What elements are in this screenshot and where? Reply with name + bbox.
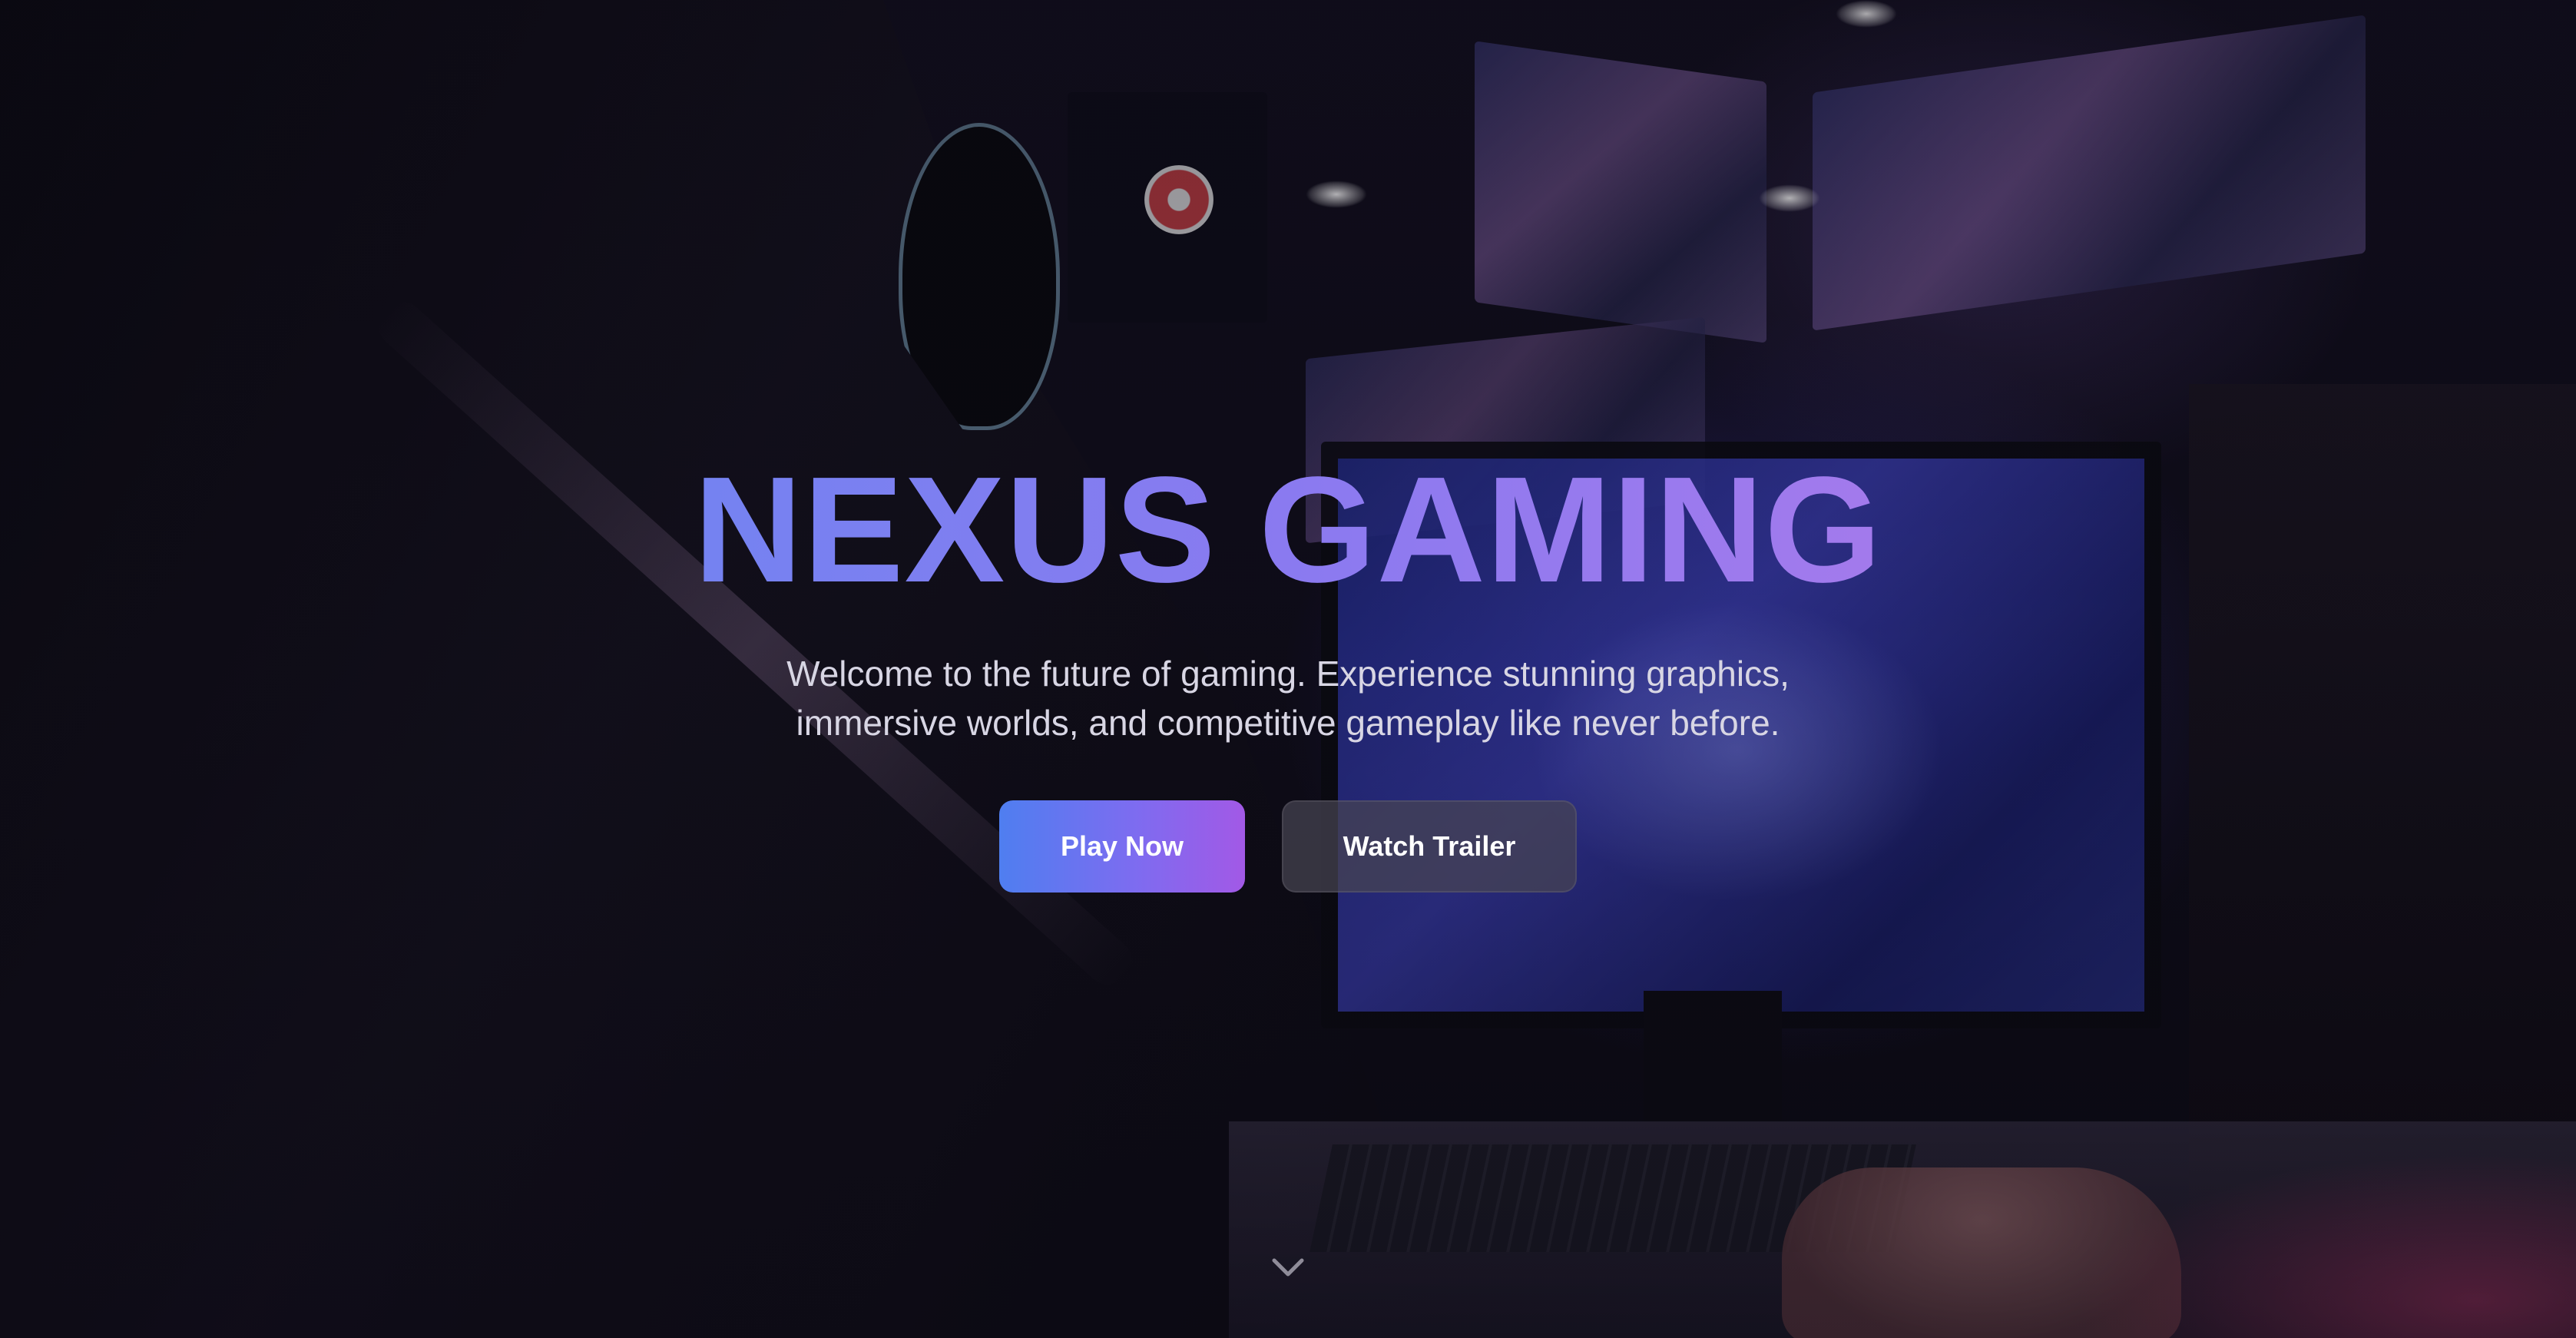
hero-section: NEXUS GAMING Welcome to the future of ga… xyxy=(0,0,2576,1338)
chevron-down-icon xyxy=(1272,1258,1304,1277)
hero-actions: Play Now Watch Trailer xyxy=(0,800,2576,893)
play-now-button[interactable]: Play Now xyxy=(999,800,1245,893)
hero-title: NEXUS GAMING xyxy=(0,445,2576,614)
watch-trailer-button[interactable]: Watch Trailer xyxy=(1282,800,1577,893)
hero-subtitle: Welcome to the future of gaming. Experie… xyxy=(786,654,1790,743)
scroll-down-button[interactable] xyxy=(1267,1252,1309,1283)
